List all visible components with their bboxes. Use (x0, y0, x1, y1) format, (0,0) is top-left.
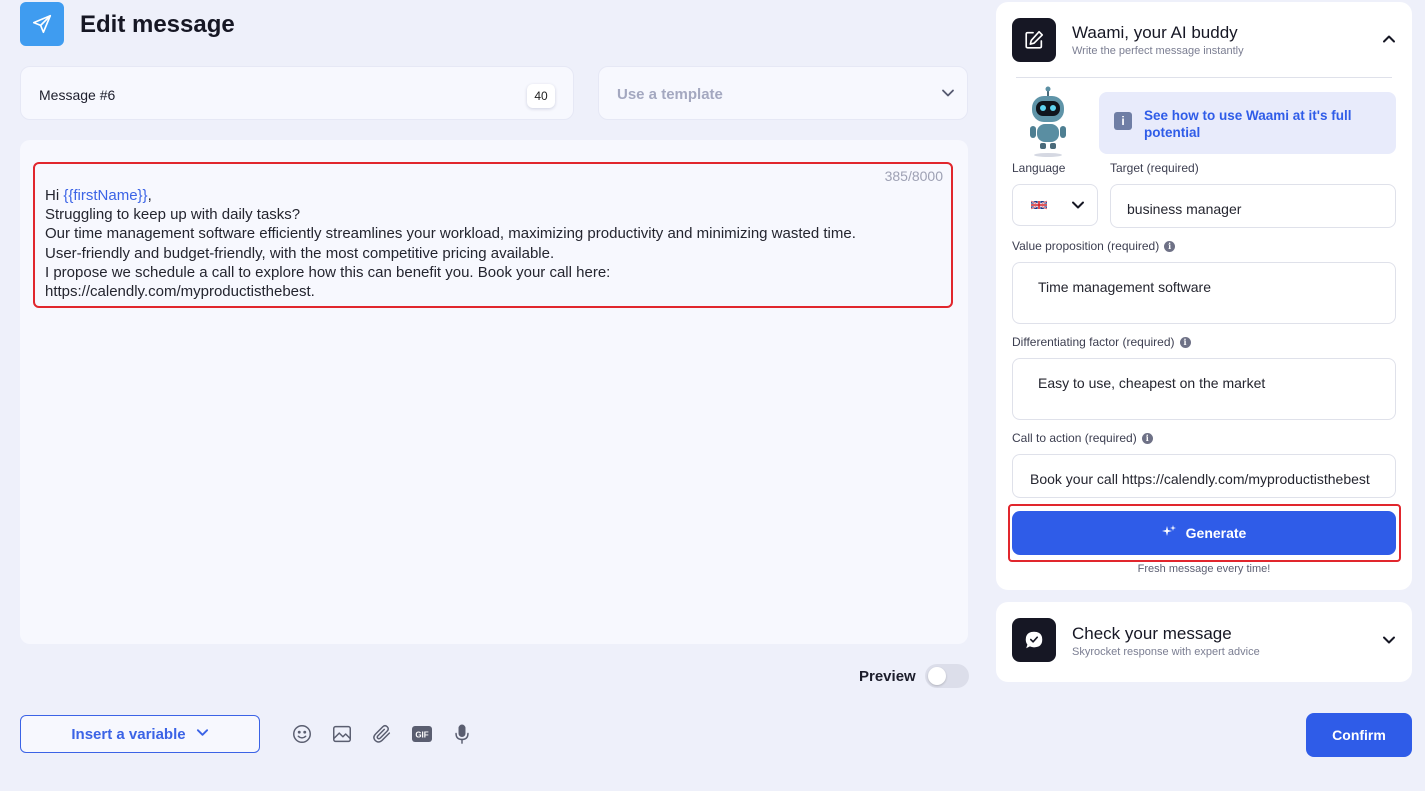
chevron-up-icon[interactable] (1382, 32, 1396, 51)
confirm-button[interactable]: Confirm (1306, 713, 1412, 757)
generate-note: Fresh message every time! (1137, 563, 1271, 575)
value-proposition-label: Value proposition (required) i (1012, 239, 1176, 253)
target-label: Target (required) (1110, 161, 1199, 175)
waami-subtitle: Write the perfect message instantly (1072, 45, 1244, 57)
chevron-down-icon (1071, 198, 1085, 217)
differentiating-factor-label: Differentiating factor (required) i (1012, 335, 1191, 349)
divider (1016, 77, 1392, 78)
preview-toggle-knob (928, 667, 946, 685)
message-line: Struggling to keep up with daily tasks? (45, 206, 301, 224)
message-line: User-friendly and budget-friendly, with … (45, 244, 555, 262)
chevron-down-icon (941, 86, 955, 105)
preview-toggle[interactable] (925, 664, 969, 688)
robot-mascot-icon (1030, 86, 1066, 157)
page-title: Edit message (80, 11, 235, 38)
uk-flag-icon (1031, 200, 1047, 210)
chevron-down-icon (196, 726, 209, 743)
message-line-greeting: Hi {{firstName}}, (45, 187, 152, 204)
differentiating-factor-input[interactable]: Easy to use, cheapest on the market (1012, 358, 1396, 420)
check-message-subtitle: Skyrocket response with expert advice (1072, 646, 1260, 658)
message-line: Our time management software efficiently… (45, 225, 856, 243)
gif-icon[interactable]: GIF (410, 722, 434, 746)
info-icon[interactable]: i (1164, 240, 1176, 252)
waami-title: Waami, your AI buddy (1072, 23, 1238, 42)
message-name-char-count: 40 (527, 84, 555, 108)
waami-guide-link[interactable]: i See how to use Waami at it's full pote… (1099, 92, 1396, 154)
send-icon (20, 2, 64, 46)
check-message-panel[interactable]: Check your message Skyrocket response wi… (996, 602, 1412, 682)
waami-panel: Waami, your AI buddy Write the perfect m… (996, 2, 1412, 590)
generate-highlight-box (1008, 504, 1401, 562)
call-to-action-input[interactable]: Book your call https://calendly.com/mypr… (1012, 454, 1396, 498)
edit-icon (1012, 18, 1056, 62)
message-line: I propose we schedule a call to explore … (45, 263, 611, 281)
insert-variable-button[interactable]: Insert a variable (20, 715, 260, 753)
message-body[interactable]: Hi {{firstName}}, Struggling to keep up … (45, 186, 856, 301)
emoji-icon[interactable] (290, 722, 314, 746)
info-icon[interactable]: i (1179, 336, 1191, 348)
info-icon[interactable]: i (1141, 432, 1153, 444)
language-select[interactable] (1012, 184, 1098, 226)
first-name-variable[interactable]: {{firstName}} (63, 187, 147, 204)
template-select[interactable]: Use a template (598, 66, 968, 120)
attachment-icon[interactable] (370, 722, 394, 746)
language-label: Language (1012, 161, 1066, 175)
gif-icon-label: GIF (415, 731, 428, 740)
message-editor[interactable]: 385/8000 Hi {{firstName}}, Struggling to… (20, 140, 968, 644)
template-placeholder: Use a template (617, 86, 723, 103)
message-name-value: Message #6 (39, 87, 116, 103)
microphone-icon[interactable] (450, 722, 474, 746)
value-proposition-input[interactable]: Time management software (1012, 262, 1396, 324)
message-line: https://calendly.com/myproductisthebest. (45, 283, 315, 301)
check-message-title: Check your message (1072, 624, 1232, 643)
chevron-down-icon[interactable] (1382, 633, 1396, 652)
preview-label: Preview (859, 668, 916, 685)
info-icon: i (1114, 112, 1132, 130)
call-to-action-label: Call to action (required) i (1012, 431, 1153, 445)
target-input[interactable]: business manager (1110, 184, 1396, 228)
waami-guide-text: See how to use Waami at it's full potent… (1144, 108, 1352, 140)
image-icon[interactable] (330, 722, 354, 746)
insert-variable-label: Insert a variable (71, 725, 186, 743)
chat-bubble-icon (1012, 618, 1056, 662)
message-name-field[interactable]: Message #6 40 (20, 66, 574, 120)
